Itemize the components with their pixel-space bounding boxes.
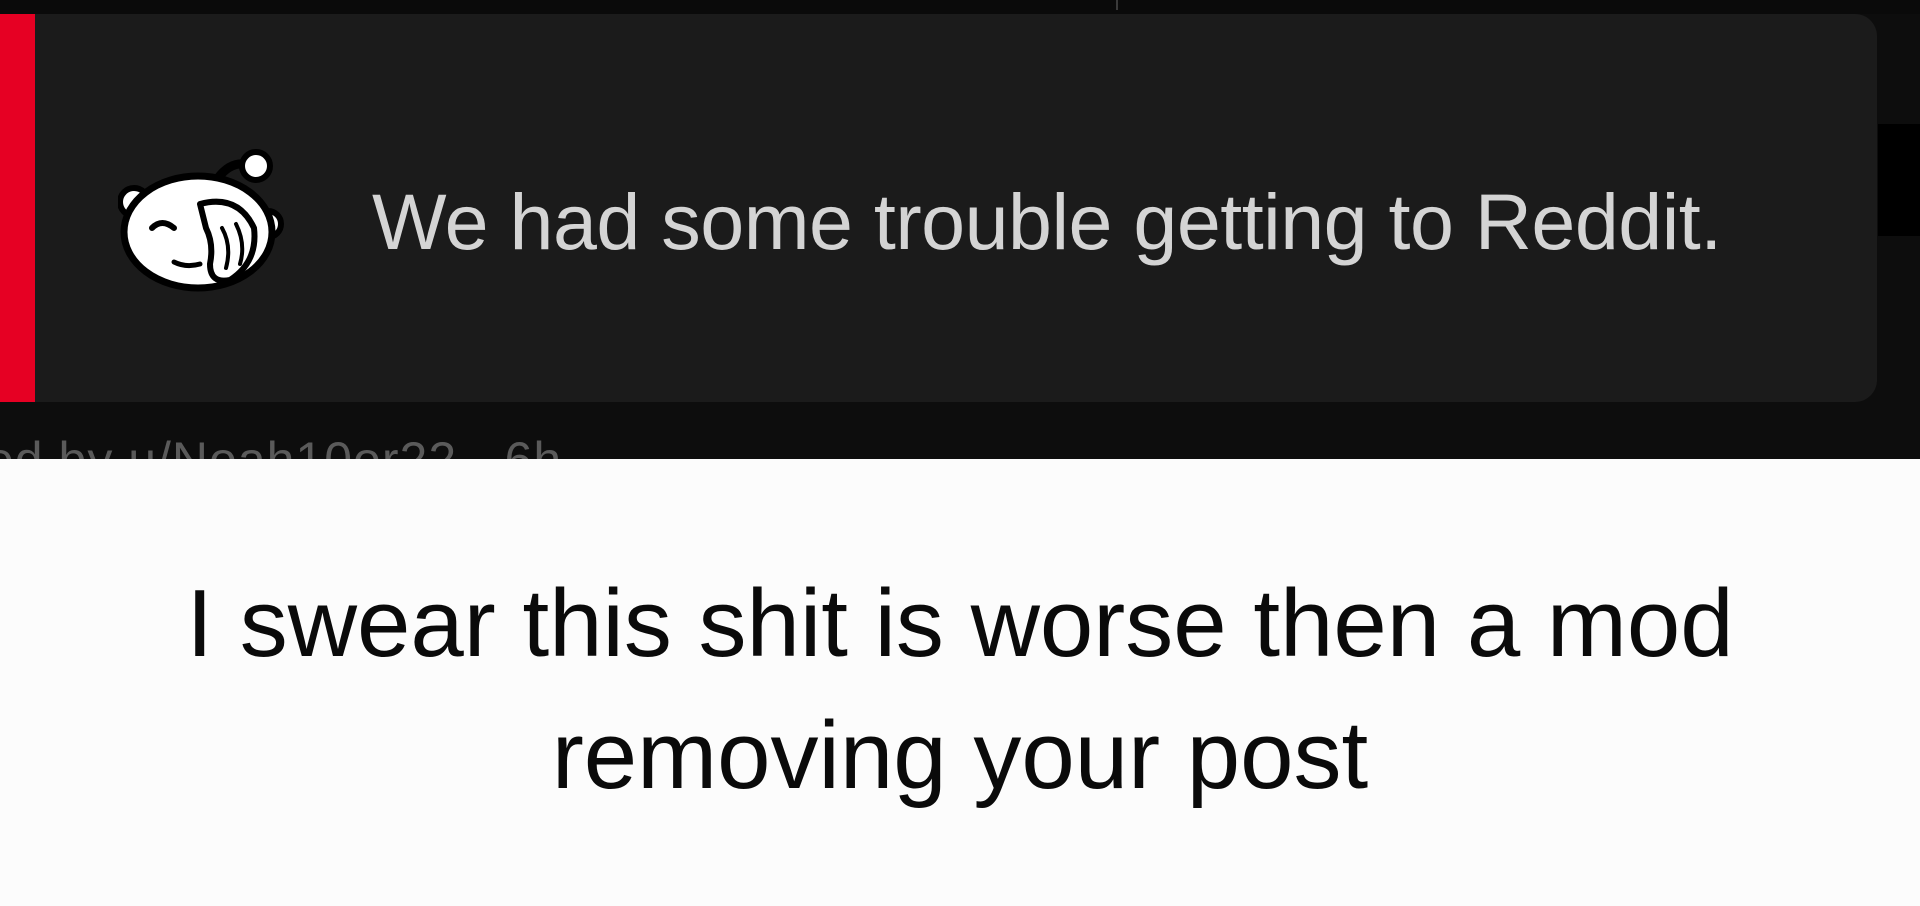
top-edge-tick (1116, 0, 1118, 10)
post-meta-partial: ed by u/Noah10or22 · 6h (0, 430, 562, 459)
background-strip (1878, 124, 1920, 236)
error-accent-bar (0, 14, 35, 402)
top-edge (0, 0, 1920, 14)
error-toast: We had some trouble getting to Reddit. (0, 14, 1877, 402)
error-message: We had some trouble getting to Reddit. (372, 177, 1722, 266)
meme-caption: I swear this shit is worse then a mod re… (60, 558, 1860, 822)
reddit-screenshot: ed by u/Noah10or22 · 6h We had some trou… (0, 0, 1920, 459)
caption-line-2: removing your post (551, 702, 1369, 809)
snoo-facepalm-icon (118, 149, 284, 292)
caption-line-1: I swear this shit is worse then a mod (186, 570, 1734, 677)
